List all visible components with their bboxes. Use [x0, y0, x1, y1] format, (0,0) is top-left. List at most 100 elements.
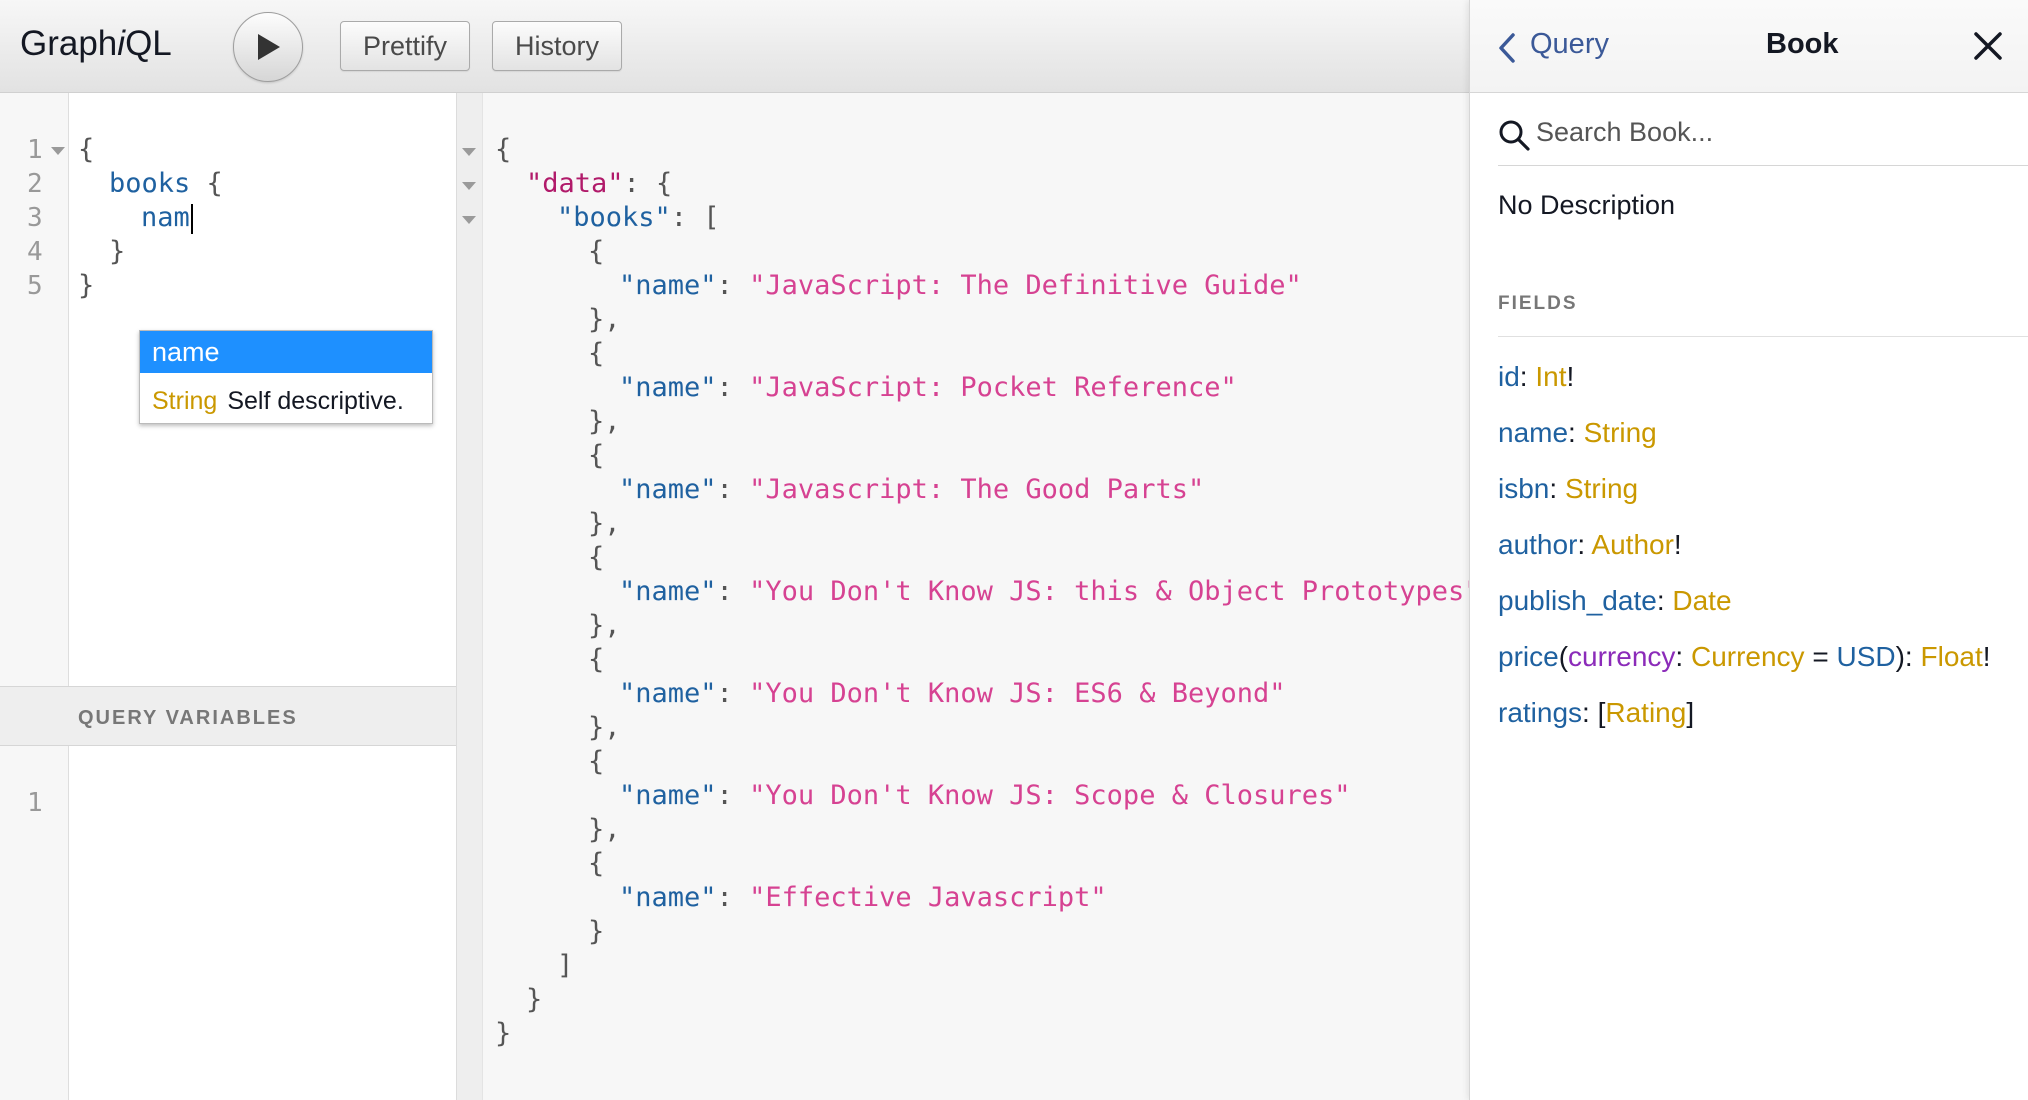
- arg-default-value: USD: [1836, 641, 1896, 672]
- field-name-link[interactable]: ratings: [1498, 697, 1582, 728]
- prettify-button[interactable]: Prettify: [340, 21, 471, 71]
- line-number: 3: [27, 203, 43, 233]
- result-line: }: [526, 984, 543, 1015]
- arg-name: currency: [1568, 641, 1676, 672]
- result-line: {: [588, 236, 605, 267]
- book-name-value: "JavaScript: The Definitive Guide": [749, 270, 1302, 301]
- doc-explorer-header: Query Book: [1470, 0, 2028, 93]
- book-name-value: "Effective Javascript": [749, 882, 1107, 913]
- result-line: {: [588, 644, 605, 675]
- result-line: {: [588, 542, 605, 573]
- result-viewer: { "data": { "books": [ { "name": "JavaSc…: [483, 93, 1481, 1100]
- line-number: 1: [27, 788, 43, 818]
- field-name-link[interactable]: author: [1498, 529, 1577, 560]
- book-name-value: "You Don't Know JS: this & Object Protot…: [749, 576, 1481, 607]
- result-line: "name": "You Don't Know JS: Scope & Clos…: [619, 780, 1351, 811]
- autocomplete-info: String Self descriptive.: [152, 386, 404, 416]
- field-row-ratings: ratings: [Rating]: [1498, 697, 1695, 728]
- code-line: books {: [109, 168, 223, 199]
- line-number: 2: [27, 169, 43, 199]
- play-icon: [258, 34, 280, 60]
- field-type-link[interactable]: Rating: [1605, 697, 1686, 728]
- close-icon[interactable]: [1973, 31, 2003, 61]
- result-line: }: [588, 916, 605, 947]
- field-type-link[interactable]: String: [1565, 473, 1638, 504]
- result-line: "name": "Javascript: The Good Parts": [619, 474, 1205, 505]
- result-line: }: [495, 1018, 512, 1049]
- autocomplete-dropdown: name String Self descriptive.: [139, 330, 433, 424]
- result-line: {: [588, 848, 605, 879]
- type-description: No Description: [1498, 190, 1676, 220]
- doc-search-bar: [1498, 110, 2028, 166]
- result-line: "books": [: [557, 202, 720, 233]
- field-name-link[interactable]: price: [1498, 641, 1559, 672]
- code-line: {: [78, 134, 95, 165]
- field-row-publish-date: publish_date: Date: [1498, 585, 1732, 616]
- fold-arrow-icon[interactable]: [462, 216, 476, 224]
- result-line: {: [588, 440, 605, 471]
- query-variables-editor[interactable]: 1: [0, 746, 456, 1100]
- fold-arrow-icon[interactable]: [462, 182, 476, 190]
- field-name-link[interactable]: name: [1498, 417, 1568, 448]
- field-row-name: name: String: [1498, 417, 1657, 448]
- fold-arrow-icon[interactable]: [462, 148, 476, 156]
- result-line: },: [588, 712, 621, 743]
- field-type-link[interactable]: Date: [1672, 585, 1731, 616]
- book-name-value: "Javascript: The Good Parts": [749, 474, 1205, 505]
- toolbar: GraphiQL Prettify History: [0, 0, 1469, 93]
- autocomplete-description: Self descriptive.: [227, 387, 404, 415]
- line-number: 5: [27, 271, 43, 301]
- book-name-value: "You Don't Know JS: ES6 & Beyond": [749, 678, 1286, 709]
- field-row-id: id: Int!: [1498, 361, 1575, 392]
- graphiql-logo: GraphiQL: [20, 24, 172, 63]
- code-line: }: [109, 236, 126, 267]
- result-line: "data": {: [526, 168, 673, 199]
- field-type-link[interactable]: Currency: [1691, 641, 1805, 672]
- code-line: }: [78, 270, 95, 301]
- book-name-value: "JavaScript: Pocket Reference": [749, 372, 1237, 403]
- history-button[interactable]: History: [492, 21, 623, 71]
- fields-divider: [1498, 336, 2028, 337]
- doc-back-button[interactable]: Query: [1530, 28, 1609, 61]
- documentation-explorer: Query Book No Description FIELDS id: Int…: [1469, 0, 2028, 1100]
- result-line: "name": "JavaScript: Pocket Reference": [619, 372, 1237, 403]
- result-line: {: [588, 338, 605, 369]
- chevron-left-icon[interactable]: [1498, 33, 1516, 63]
- result-line: },: [588, 508, 621, 539]
- result-line: "name": "JavaScript: The Definitive Guid…: [619, 270, 1302, 301]
- field-type-link[interactable]: String: [1584, 417, 1657, 448]
- field-row-isbn: isbn: String: [1498, 473, 1639, 504]
- result-line: {: [588, 746, 605, 777]
- fields-section-title: FIELDS: [1498, 293, 1578, 314]
- field-name-link[interactable]: isbn: [1498, 473, 1549, 504]
- field-name-link[interactable]: publish_date: [1498, 585, 1657, 616]
- query-variables-title: QUERY VARIABLES: [78, 707, 298, 729]
- book-name-value: "You Don't Know JS: Scope & Closures": [749, 780, 1351, 811]
- line-number: 4: [27, 237, 43, 267]
- fold-arrow-icon[interactable]: [51, 147, 65, 155]
- query-variables-header[interactable]: QUERY VARIABLES: [0, 686, 456, 746]
- result-line: "name": "You Don't Know JS: ES6 & Beyond…: [619, 678, 1286, 709]
- result-line: },: [588, 406, 621, 437]
- autocomplete-suggestion[interactable]: name: [140, 331, 432, 373]
- result-line: },: [588, 610, 621, 641]
- field-type-link[interactable]: Float: [1921, 641, 1983, 672]
- line-number: 1: [27, 135, 43, 165]
- result-line: ]: [557, 950, 574, 981]
- query-editor[interactable]: 1 2 3 4 5 { books { nam } } name String S…: [0, 93, 456, 686]
- code-line: nam: [141, 201, 193, 235]
- field-name-link[interactable]: id: [1498, 361, 1520, 392]
- field-type-link[interactable]: Author: [1591, 529, 1674, 560]
- text-cursor: [190, 203, 193, 234]
- execute-query-button[interactable]: [233, 12, 303, 82]
- field-type-link[interactable]: Int: [1535, 361, 1566, 392]
- field-row-price: price(currency: Currency = USD): Float!: [1498, 641, 1991, 672]
- result-line: "name": "Effective Javascript": [619, 882, 1107, 913]
- autocomplete-type: String: [152, 387, 218, 415]
- editor-result-divider[interactable]: [456, 93, 483, 1100]
- field-row-author: author: Author!: [1498, 529, 1682, 560]
- result-line: },: [588, 304, 621, 335]
- result-line: {: [495, 134, 512, 165]
- doc-search-input[interactable]: [1536, 112, 2016, 152]
- doc-explorer-title: Book: [1766, 28, 1839, 60]
